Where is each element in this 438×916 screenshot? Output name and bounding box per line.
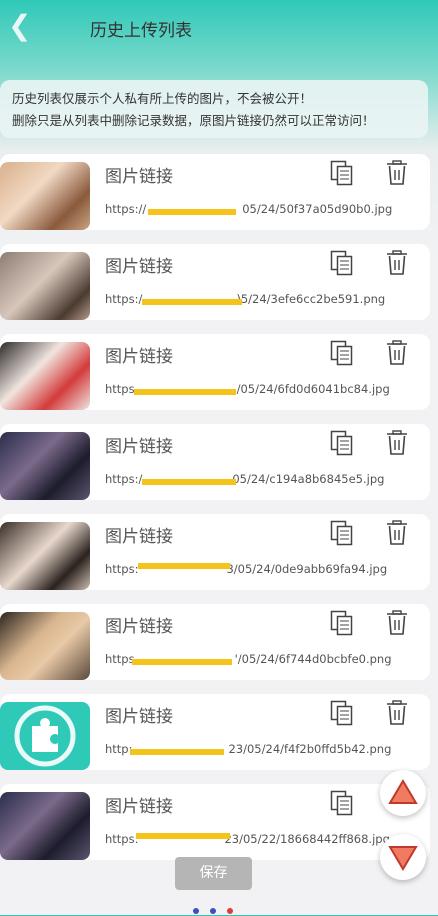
redaction-bar	[142, 299, 242, 305]
redaction-bar	[148, 209, 236, 215]
trash-icon[interactable]	[386, 430, 408, 456]
url-end: )5/24/3efe6cc2be591.png	[236, 292, 386, 306]
scroll-up-button[interactable]	[380, 770, 426, 816]
url-start: https:/	[105, 292, 143, 306]
url-start: http:	[105, 742, 133, 756]
trash-icon[interactable]	[386, 250, 408, 276]
notice-line-2: 删除只是从列表中删除记录数据，原图片链接仍然可以正常访问！	[12, 113, 375, 128]
thumbnail-image[interactable]	[0, 432, 90, 500]
puzzle-app-icon	[14, 705, 76, 767]
indicator-dot	[227, 908, 233, 914]
copy-icon[interactable]	[330, 430, 354, 456]
url-start: https:	[105, 832, 139, 846]
thumbnail-image[interactable]	[0, 252, 90, 320]
trash-icon[interactable]	[386, 520, 408, 546]
item-label: 图片链接	[105, 797, 173, 817]
copy-icon[interactable]	[330, 790, 354, 816]
item-label: 图片链接	[105, 167, 173, 187]
redaction-bar	[132, 659, 232, 665]
copy-icon[interactable]	[330, 340, 354, 366]
scroll-down-button[interactable]	[380, 834, 426, 880]
copy-icon[interactable]	[330, 700, 354, 726]
list-item: 图片链接 https:// 05/24/50f37a05d90b0.jpg	[0, 154, 430, 230]
url-end: 05/24/c194a8b6845e5.jpg	[232, 472, 385, 486]
item-label: 图片链接	[105, 617, 173, 637]
thumbnail-image[interactable]	[0, 162, 90, 230]
list-item: 图片链接 https/05/24/6fd0d6041bc84.jpg	[0, 334, 430, 410]
scroll-down-icon	[388, 846, 418, 871]
save-button[interactable]: 保存	[175, 857, 252, 890]
url-end: 05/24/50f37a05d90b0.jpg	[242, 202, 393, 216]
copy-icon[interactable]	[330, 610, 354, 636]
list-item: 图片链接 https: 23/05/22/18668442ff868.jpg	[0, 784, 430, 860]
url-end: 3/05/24/0de9abb69fa94.jpg	[226, 562, 388, 576]
url-start: https	[105, 382, 135, 396]
trash-icon[interactable]	[386, 610, 408, 636]
thumbnail-image[interactable]	[0, 702, 90, 770]
thumbnail-image[interactable]	[0, 792, 90, 860]
redaction-bar	[142, 479, 236, 485]
page-title: 历史上传列表	[90, 21, 192, 41]
list-item: 图片链接 https: 3/05/24/0de9abb69fa94.jpg	[0, 514, 430, 590]
notice-box: 历史列表仅展示个人私有所上传的图片，不会被公开！ 删除只是从列表中删除记录数据，…	[0, 80, 428, 138]
item-label: 图片链接	[105, 707, 173, 727]
list-item: 图片链接 https:/ )5/24/3efe6cc2be591.png	[0, 244, 430, 320]
copy-icon[interactable]	[330, 520, 354, 546]
url-end: '/05/24/6f744d0bcbfe0.png	[234, 652, 392, 666]
trash-icon[interactable]	[386, 700, 408, 726]
copy-icon[interactable]	[330, 160, 354, 186]
url-start: https://	[105, 202, 147, 216]
indicator-dot	[193, 908, 199, 914]
url-start: https:	[105, 562, 139, 576]
url-start: https:/	[105, 472, 143, 486]
redaction-bar	[138, 563, 230, 569]
url-end: 23/05/24/f4f2b0ffd5b42.png	[228, 742, 392, 756]
url-end: /05/24/6fd0d6041bc84.jpg	[236, 382, 390, 396]
indicator-dot	[210, 908, 216, 914]
redaction-bar	[130, 749, 224, 755]
list-item: 图片链接 https '/05/24/6f744d0bcbfe0.png	[0, 604, 430, 680]
scroll-up-icon	[388, 779, 418, 804]
thumbnail-image[interactable]	[0, 612, 90, 680]
list-item: 图片链接 https:/ 05/24/c194a8b6845e5.jpg	[0, 424, 430, 500]
copy-icon[interactable]	[330, 250, 354, 276]
trash-icon[interactable]	[386, 160, 408, 186]
trash-icon[interactable]	[386, 340, 408, 366]
item-label: 图片链接	[105, 437, 173, 457]
redaction-bar	[136, 833, 230, 839]
item-label: 图片链接	[105, 347, 173, 367]
header: ❮ 历史上传列表	[0, 0, 438, 56]
notice-line-1: 历史列表仅展示个人私有所上传的图片，不会被公开！	[12, 91, 313, 106]
list-item: 图片链接 http: 23/05/24/f4f2b0ffd5b42.png	[0, 694, 430, 770]
redaction-bar	[134, 389, 236, 395]
thumbnail-image[interactable]	[0, 342, 90, 410]
thumbnail-image[interactable]	[0, 522, 90, 590]
url-start: https	[105, 652, 135, 666]
url-end: 23/05/22/18668442ff868.jpg	[224, 832, 390, 846]
item-label: 图片链接	[105, 527, 173, 547]
item-label: 图片链接	[105, 257, 173, 277]
back-chevron-icon[interactable]: ❮	[8, 12, 31, 40]
